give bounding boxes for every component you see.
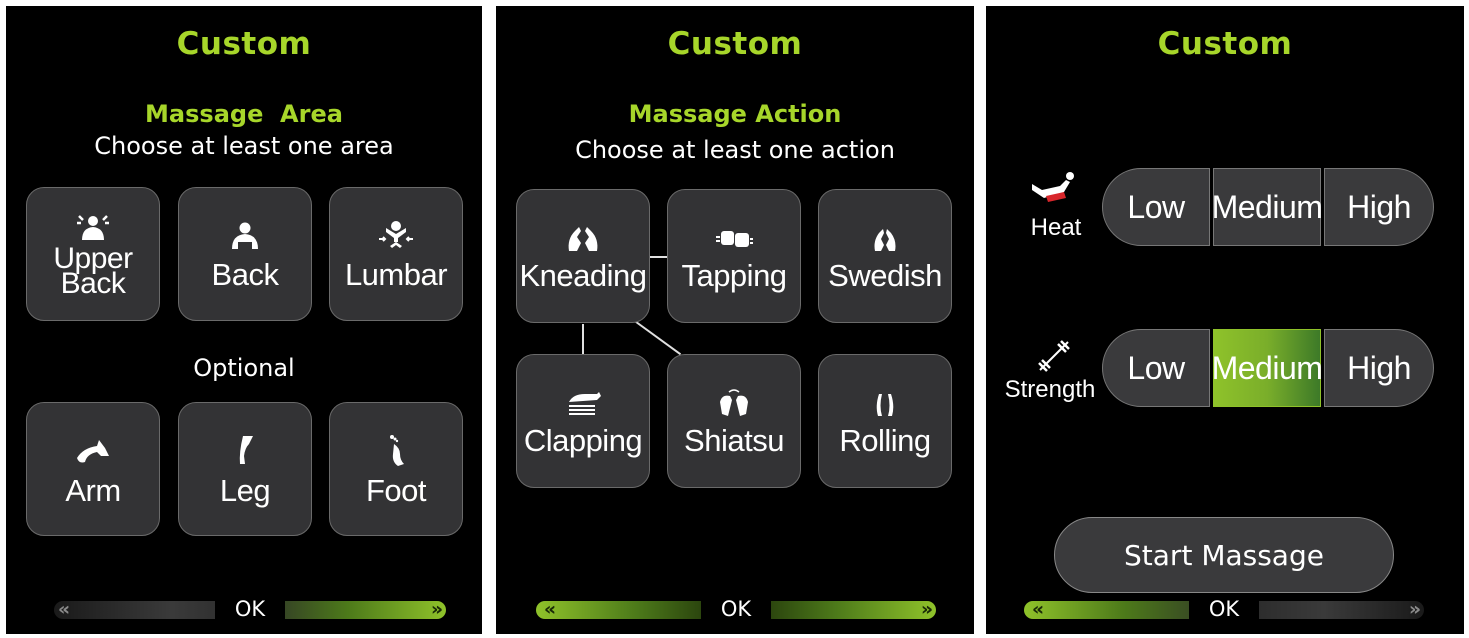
area-label: Foot: [365, 472, 427, 508]
section-subtitle: Massage Action: [628, 100, 842, 128]
area-label: Lumbar: [344, 256, 448, 292]
heat-label: Heat: [1030, 214, 1082, 241]
area-foot-button[interactable]: Foot: [329, 402, 463, 536]
action-kneading-button[interactable]: Kneading: [516, 189, 650, 323]
area-leg-button[interactable]: Leg: [178, 402, 312, 536]
ok-slider[interactable]: «‹ »› OK: [1024, 597, 1424, 621]
instruction-text: Choose at least one area: [94, 132, 394, 160]
intensity-settings-screen: Custom Heat Low Medium High Strength Low…: [986, 6, 1464, 634]
clapping-icon: [569, 391, 601, 415]
shiatsu-icon: [720, 388, 748, 416]
ok-label: OK: [234, 597, 266, 621]
area-upper-back-button[interactable]: Upper Back: [26, 187, 160, 321]
screen-title: Custom: [667, 26, 803, 62]
connector-line: [631, 318, 682, 356]
ok-label: OK: [720, 597, 752, 621]
strength-label: Strength: [1004, 376, 1096, 403]
arm-icon: [77, 439, 109, 462]
tapping-icon: [716, 230, 753, 247]
action-label: Clapping: [523, 422, 643, 458]
screen-title: Custom: [1157, 26, 1293, 62]
action-label: Rolling: [839, 422, 931, 458]
area-lumbar-button[interactable]: Lumbar: [329, 187, 463, 321]
area-label: Back: [211, 256, 279, 292]
action-shiatsu-button[interactable]: Shiatsu: [667, 354, 801, 488]
area-label: Leg: [219, 472, 271, 508]
swedish-icon: [874, 228, 896, 251]
massage-action-screen: Custom Massage Action Choose at least on…: [496, 6, 974, 634]
action-label: Kneading: [519, 257, 647, 293]
leg-icon: [239, 435, 253, 464]
strength-low-button[interactable]: Low: [1102, 329, 1210, 407]
massage-area-screen: Custom Massage Area Choose at least one …: [6, 6, 482, 634]
area-arm-button[interactable]: Arm: [26, 402, 160, 536]
area-back-button[interactable]: Back: [178, 187, 312, 321]
back-icon: [232, 222, 258, 249]
section-subtitle: Massage Area: [145, 100, 343, 128]
ok-slider[interactable]: «‹ »› OK: [54, 597, 446, 621]
strength-icon: [1038, 340, 1070, 372]
action-label: Tapping: [681, 257, 787, 293]
ok-slider[interactable]: «‹ »› OK: [536, 597, 936, 621]
area-label: Upper Back: [53, 242, 133, 300]
ok-label: OK: [1208, 597, 1240, 621]
lumbar-icon: [379, 220, 413, 248]
area-label: Arm: [65, 472, 121, 508]
rolling-icon: [876, 393, 894, 416]
strength-medium-button[interactable]: Medium: [1212, 329, 1323, 407]
action-swedish-button[interactable]: Swedish: [818, 189, 952, 323]
foot-icon: [390, 434, 404, 466]
optional-heading: Optional: [193, 354, 295, 382]
heat-medium-button[interactable]: Medium: [1212, 168, 1323, 246]
strength-high-button[interactable]: High: [1324, 329, 1434, 407]
heat-icon: [1032, 172, 1074, 202]
action-label: Swedish: [828, 257, 942, 293]
action-rolling-button[interactable]: Rolling: [818, 354, 952, 488]
kneading-icon: [568, 226, 598, 251]
action-clapping-button[interactable]: Clapping: [516, 354, 650, 488]
instruction-text: Choose at least one action: [575, 136, 895, 164]
action-label: Shiatsu: [684, 422, 784, 458]
heat-low-button[interactable]: Low: [1102, 168, 1210, 246]
connector-line: [582, 324, 584, 354]
start-massage-button[interactable]: Start Massage: [1054, 517, 1394, 593]
action-tapping-button[interactable]: Tapping: [667, 189, 801, 323]
screen-title: Custom: [176, 26, 312, 62]
upper-back-icon: [77, 215, 109, 240]
heat-high-button[interactable]: High: [1324, 168, 1434, 246]
